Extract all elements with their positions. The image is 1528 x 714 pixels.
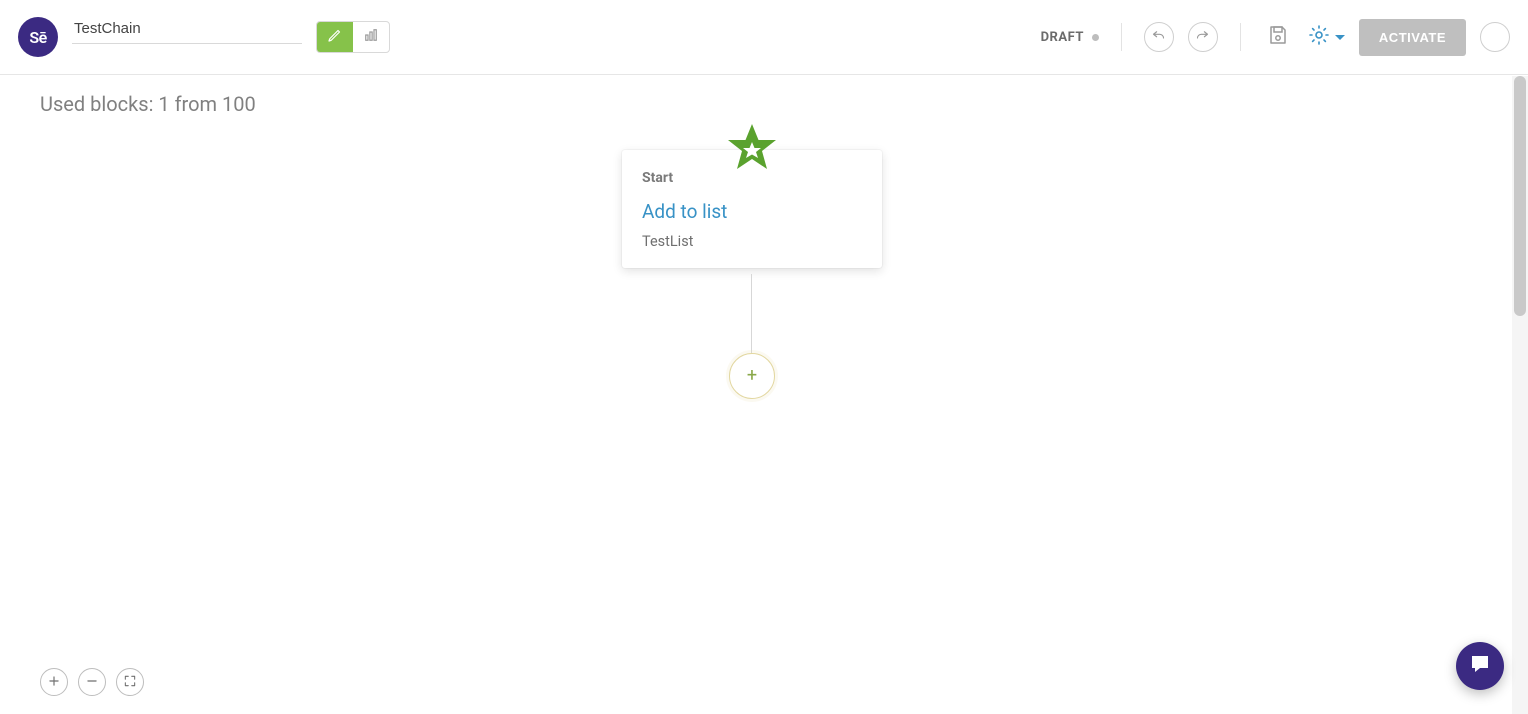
- status-label: DRAFT: [1041, 30, 1084, 45]
- close-button[interactable]: [1480, 22, 1510, 52]
- vertical-scrollbar[interactable]: [1512, 76, 1528, 714]
- minus-icon: [85, 673, 99, 692]
- pencil-icon: [326, 26, 344, 48]
- app-logo-text: Sē: [29, 28, 46, 47]
- redo-icon: [1195, 28, 1210, 47]
- gear-icon: [1307, 23, 1331, 51]
- redo-button[interactable]: [1188, 22, 1218, 52]
- connector-line: [751, 274, 752, 354]
- chevron-down-icon: [1335, 35, 1345, 40]
- chat-icon: [1468, 652, 1492, 680]
- undo-button[interactable]: [1144, 22, 1174, 52]
- save-icon: [1266, 23, 1290, 51]
- app-logo[interactable]: Sē: [18, 17, 58, 57]
- scrollbar-thumb[interactable]: [1514, 76, 1526, 316]
- zoom-controls: [40, 668, 144, 696]
- node-title: Add to list: [642, 200, 862, 223]
- draft-status: DRAFT: [1041, 30, 1099, 45]
- divider: [1240, 23, 1241, 51]
- undo-icon: [1151, 28, 1166, 47]
- stats-mode-tab[interactable]: [353, 22, 389, 52]
- plus-icon: +: [747, 367, 757, 385]
- chain-title-wrap: [72, 14, 302, 44]
- fit-icon: [123, 673, 137, 692]
- fit-screen-button[interactable]: [116, 668, 144, 696]
- chain-title-input[interactable]: [72, 14, 302, 44]
- status-dot-icon: [1092, 34, 1099, 41]
- zoom-out-button[interactable]: [78, 668, 106, 696]
- mode-toggle: [316, 21, 390, 53]
- header-bar: Sē DRAFT: [0, 0, 1528, 75]
- divider: [1121, 23, 1122, 51]
- bar-chart-icon: [362, 26, 380, 48]
- edit-mode-tab[interactable]: [317, 22, 353, 52]
- used-blocks-counter: Used blocks: 1 from 100: [40, 92, 256, 116]
- zoom-in-button[interactable]: [40, 668, 68, 696]
- add-node-button[interactable]: +: [729, 353, 775, 399]
- plus-icon: [47, 673, 61, 692]
- chat-launcher[interactable]: [1456, 642, 1504, 690]
- activate-button[interactable]: ACTIVATE: [1359, 19, 1466, 56]
- settings-dropdown[interactable]: [1307, 23, 1345, 51]
- flow-canvas[interactable]: Used blocks: 1 from 100 Start Add to lis…: [0, 76, 1528, 714]
- save-button[interactable]: [1263, 22, 1293, 52]
- canvas-viewport: Used blocks: 1 from 100 Start Add to lis…: [0, 76, 1528, 714]
- start-star-icon: [726, 122, 778, 174]
- node-subtitle: TestList: [642, 233, 862, 250]
